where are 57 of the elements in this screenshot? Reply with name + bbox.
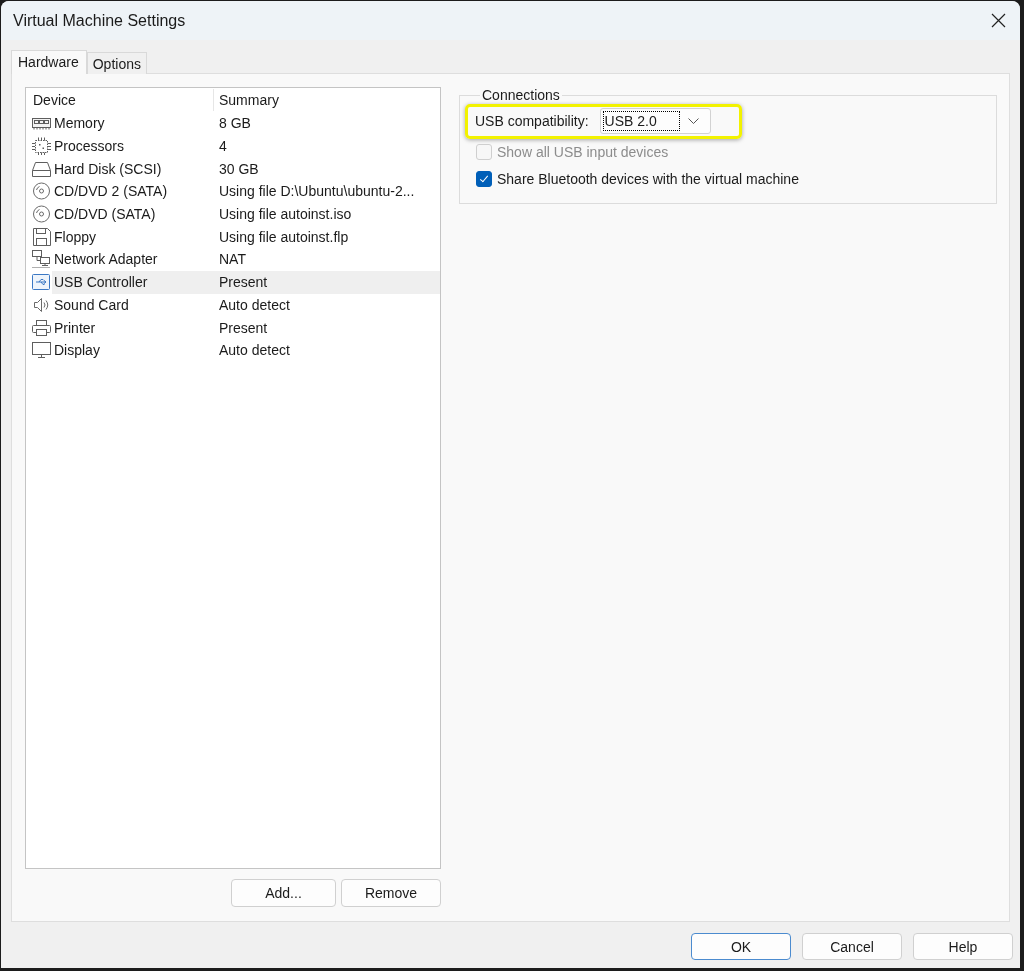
device-summary: Using file autoinst.flp: [218, 228, 350, 245]
device-row[interactable]: Network Adapter NAT: [26, 248, 440, 271]
device-summary: 30 GB: [218, 160, 260, 177]
device-name: Processors: [54, 138, 125, 155]
device-summary: 8 GB: [218, 115, 252, 132]
device-row[interactable]: CD/DVD (SATA) Using file autoinst.iso: [26, 202, 440, 226]
tab[interactable]: Hardware: [11, 50, 87, 74]
monitor-icon: [31, 341, 52, 360]
checkbox-label[interactable]: Share Bluetooth devices with the virtual machine: [497, 171, 799, 187]
device-name: CD/DVD 2 (SATA): [54, 183, 168, 200]
device-summary: Auto detect: [218, 296, 291, 313]
device-summary: Auto detect: [218, 342, 291, 359]
window-title: Virtual Machine Settings: [13, 11, 186, 30]
device-summary: 4: [218, 138, 228, 155]
device-name: Memory: [54, 115, 105, 132]
checkbox[interactable]: [476, 171, 492, 187]
device-name: CD/DVD (SATA): [54, 206, 156, 223]
device-name: Floppy: [54, 228, 97, 245]
dialog-button[interactable]: OK: [691, 933, 791, 960]
close-icon[interactable]: [991, 13, 1006, 28]
printer-icon: [31, 318, 52, 337]
device-row[interactable]: Processors 4: [26, 134, 440, 158]
dialog-button[interactable]: Cancel: [802, 933, 902, 960]
group-title: Connections: [481, 87, 561, 103]
device-row[interactable]: Hard Disk (SCSI) 30 GB: [26, 157, 440, 181]
column-header: Device: [32, 91, 77, 110]
device-row[interactable]: Sound Card Auto detect: [26, 293, 440, 317]
device-row[interactable]: Memory 8 GB: [26, 112, 440, 135]
device-summary: Present: [218, 319, 269, 336]
list-action-button[interactable]: Add...: [231, 879, 336, 907]
device-name: Printer: [54, 319, 96, 336]
device-name: Network Adapter: [54, 251, 158, 268]
chip-icon: [31, 137, 52, 156]
checkbox-label: Show all USB input devices: [497, 144, 669, 160]
usb-compatibility-dropdown[interactable]: USB 2.0: [599, 108, 711, 134]
device-summary: NAT: [218, 251, 247, 268]
dialog-button[interactable]: Help: [913, 933, 1013, 960]
device-row[interactable]: CD/DVD 2 (SATA) Using file D:\Ubuntu\ubuntu-2...: [26, 180, 440, 203]
disc-icon: [31, 205, 52, 224]
device-summary: Using file autoinst.iso: [218, 206, 353, 223]
device-summary: Present: [218, 274, 269, 291]
network-icon: [31, 250, 52, 269]
device-summary: Using file D:\Ubuntu\ubuntu-2...: [218, 183, 416, 200]
device-name: USB Controller: [54, 274, 148, 291]
device-row[interactable]: Floppy Using file autoinst.flp: [26, 225, 440, 249]
disc-icon: [31, 182, 52, 201]
usb-icon: [31, 273, 52, 292]
device-name: Hard Disk (SCSI): [54, 160, 162, 177]
column-header: Summary: [213, 89, 440, 111]
device-row[interactable]: Display Auto detect: [26, 338, 440, 362]
tab[interactable]: Options: [86, 52, 147, 74]
chevron-down-icon: [687, 118, 699, 124]
device-name: Sound Card: [54, 296, 129, 313]
device-row[interactable]: Printer Present: [26, 316, 440, 339]
list-action-button[interactable]: Remove: [341, 879, 441, 907]
field-label: USB compatibility:: [475, 113, 589, 129]
device-name: Display: [54, 342, 100, 359]
